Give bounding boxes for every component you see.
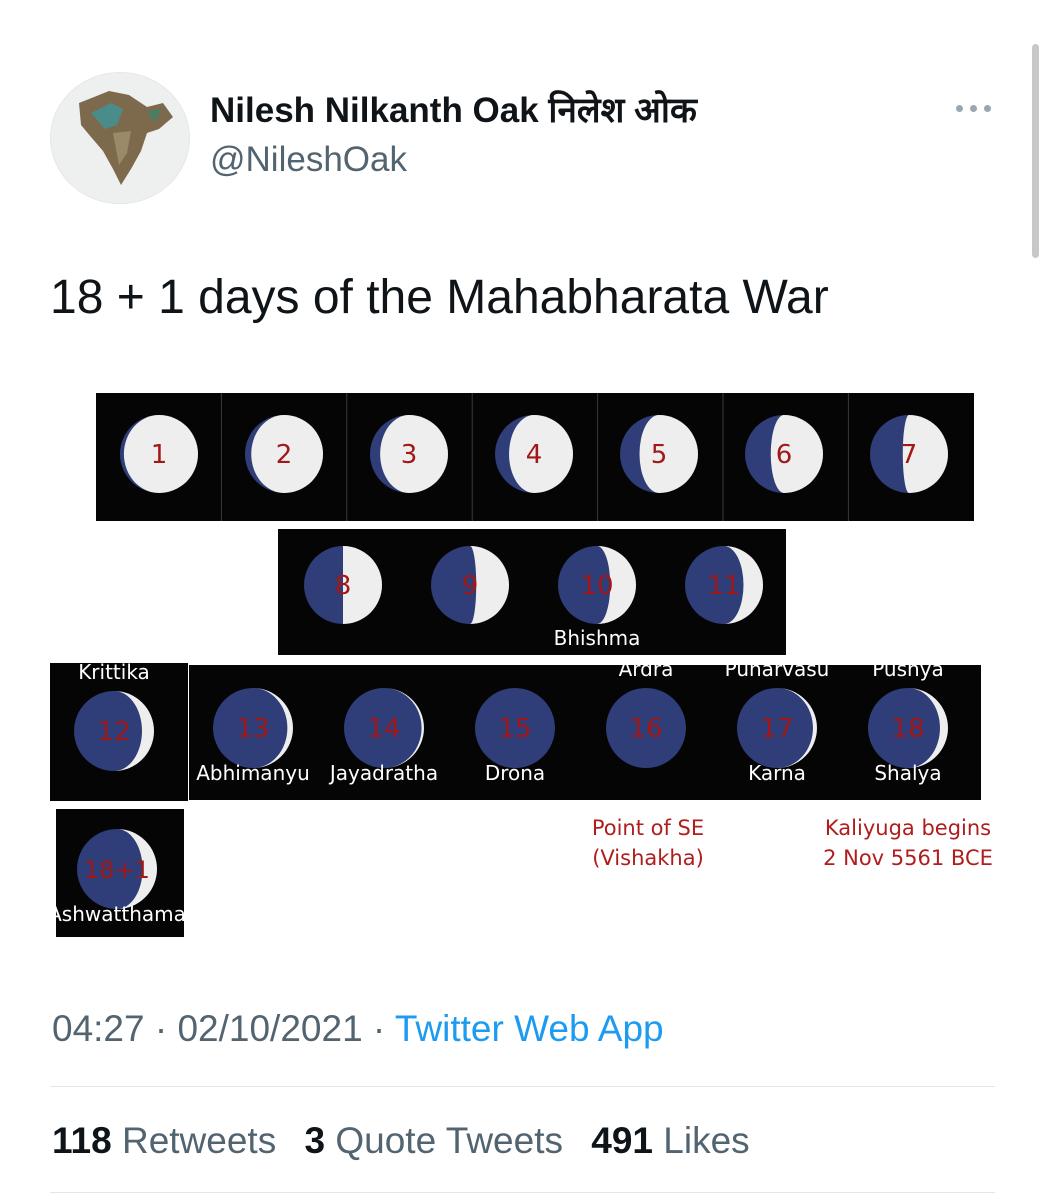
warrior-name: Drona <box>485 761 545 785</box>
warrior-name: Bhishma <box>554 626 641 650</box>
day-number: 6 <box>776 440 793 470</box>
annotation-text: 2 Nov 5561 BCE <box>823 846 993 870</box>
india-map-icon <box>51 73 189 203</box>
day-number: 17 <box>760 714 793 744</box>
tweet-meta: 04:27 · 02/10/2021 · Twitter Web App <box>52 1008 664 1050</box>
day-number: 14 <box>367 714 400 744</box>
scrollbar[interactable] <box>1032 44 1039 258</box>
nakshatra-name: Krittika <box>78 660 150 684</box>
moon-phases-graphic: 1 2 3 4 5 6 78 9 10Bhishma1112Krittika13Abhimany… <box>48 393 993 937</box>
day-number: 15 <box>498 714 531 744</box>
day-number: 2 <box>276 440 293 470</box>
warrior-name: Shalya <box>874 761 941 785</box>
warrior-name: Karna <box>748 761 806 785</box>
quote-tweets-label: Quote Tweets <box>325 1120 563 1161</box>
divider <box>50 1192 995 1193</box>
day-number: 11 <box>707 571 740 601</box>
author-name[interactable]: Nilesh Nilkanth Oak निलेश ओक <box>210 86 697 133</box>
nakshatra-name: Pushya <box>872 657 944 681</box>
tweet-text: 18 + 1 days of the Mahabharata War <box>50 271 829 324</box>
annotation-text: (Vishakha) <box>592 846 704 870</box>
annotation-text: Kaliyuga begins <box>825 816 991 840</box>
day-number: 3 <box>401 440 418 470</box>
author-handle[interactable]: @NileshOak <box>210 140 407 180</box>
tweet-stats: 118 Retweets 3 Quote Tweets 491 Likes <box>52 1120 768 1162</box>
retweets-stat[interactable]: 118 Retweets <box>52 1120 276 1161</box>
likes-count: 491 <box>591 1120 653 1161</box>
annotation-text: Point of SE <box>592 816 704 840</box>
more-options-icon[interactable] <box>952 94 996 122</box>
divider <box>50 1086 995 1087</box>
retweets-count: 118 <box>52 1120 112 1161</box>
day-number: 8 <box>335 571 352 601</box>
quote-tweets-stat[interactable]: 3 Quote Tweets <box>305 1120 563 1161</box>
day-number: 9 <box>462 571 479 601</box>
nakshatra-name: Ardra <box>619 657 674 681</box>
quote-tweets-count: 3 <box>304 1120 326 1161</box>
day-number: 16 <box>629 714 662 744</box>
day-number: 7 <box>901 440 918 470</box>
day-number: 1 <box>151 440 168 470</box>
day-number: 18+1 <box>84 856 150 884</box>
tweet-source-link[interactable]: Twitter Web App <box>395 1008 664 1049</box>
likes-stat[interactable]: 491 Likes <box>591 1120 749 1161</box>
day-number: 10 <box>580 571 613 601</box>
day-number: 13 <box>236 714 269 744</box>
warrior-name: Abhimanyu <box>196 761 310 785</box>
warrior-name: Ashwatthama <box>48 902 186 926</box>
retweets-label: Retweets <box>111 1120 277 1161</box>
tweet-timestamp[interactable]: 04:27 · 02/10/2021 · <box>52 1008 395 1049</box>
day-number: 18 <box>891 714 924 744</box>
day-number: 4 <box>526 440 543 470</box>
day-number: 12 <box>97 717 130 747</box>
warrior-name: Jayadratha <box>328 761 438 785</box>
nakshatra-name: Punarvasu <box>725 657 830 681</box>
day-number: 5 <box>651 440 668 470</box>
tweet-image[interactable]: 1 2 3 4 5 6 7 8 9 10 Bhishma 11 12 Krittika 13 Abhimany… <box>48 385 998 945</box>
likes-label: Likes <box>653 1120 750 1161</box>
avatar[interactable] <box>50 72 190 204</box>
